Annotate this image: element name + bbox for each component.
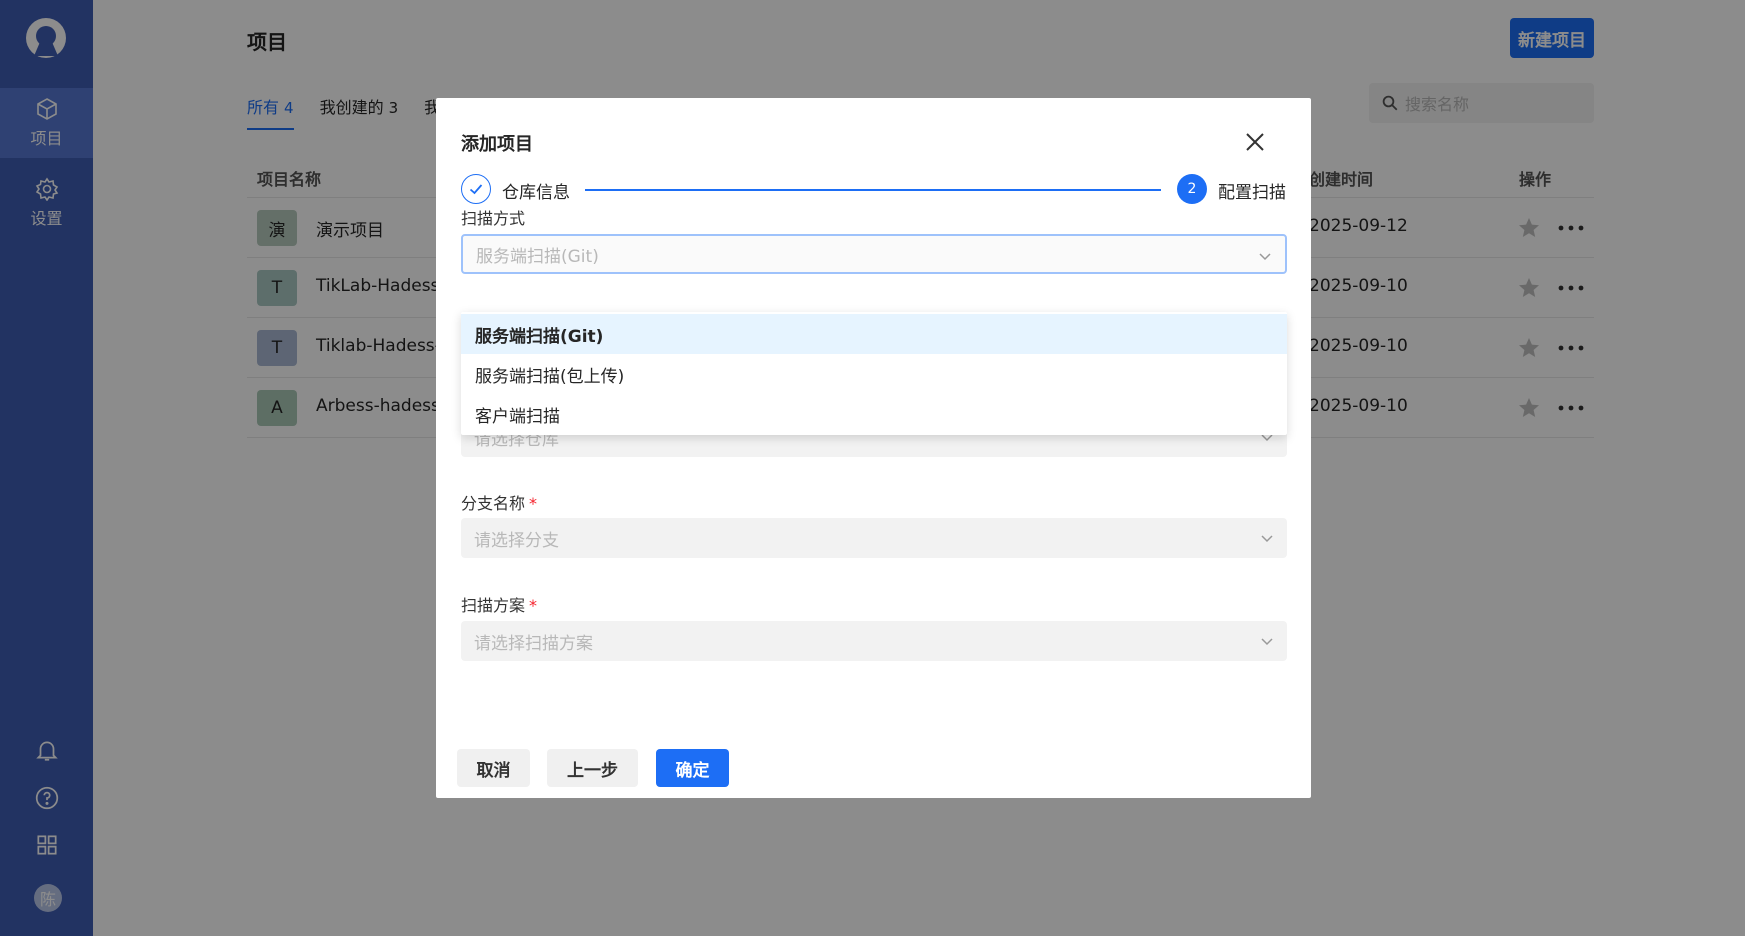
chevron-down-icon	[1261, 535, 1273, 543]
scan-mode-option[interactable]: 服务端扫描(包上传)	[461, 354, 1287, 394]
scheme-select[interactable]: 请选择扫描方案	[461, 621, 1287, 661]
scan-mode-label: 扫描方式	[461, 209, 526, 228]
confirm-button[interactable]: 确定	[656, 749, 729, 787]
step-connector	[585, 189, 1161, 191]
scan-mode-option[interactable]: 客户端扫描	[461, 394, 1287, 434]
step-1-label: 仓库信息	[502, 183, 570, 203]
step-2-label: 配置扫描	[1218, 183, 1286, 203]
close-icon[interactable]	[1244, 131, 1266, 153]
check-icon	[469, 184, 483, 195]
previous-step-button[interactable]: 上一步	[547, 749, 638, 787]
scan-mode-select[interactable]: 服务端扫描(Git)	[461, 234, 1287, 274]
modal-title: 添加项目	[461, 134, 533, 155]
chevron-down-icon	[1259, 253, 1271, 261]
required-mark: *	[529, 494, 538, 513]
branch-label-text: 分支名称	[461, 494, 526, 513]
scan-mode-dropdown: 服务端扫描(Git) 服务端扫描(包上传) 客户端扫描	[461, 312, 1287, 435]
scheme-label: 扫描方案 *	[461, 592, 537, 616]
required-mark: *	[529, 596, 538, 615]
chevron-down-icon	[1261, 638, 1273, 646]
scan-mode-option[interactable]: 服务端扫描(Git)	[461, 314, 1287, 354]
add-project-modal: 添加项目 仓库信息 2 配置扫描 扫描方式 服务端扫描(Git) 仓库* 请选择…	[436, 98, 1311, 798]
branch-select[interactable]: 请选择分支	[461, 518, 1287, 558]
scheme-placeholder: 请选择扫描方案	[474, 633, 593, 654]
scheme-label-text: 扫描方案	[461, 596, 526, 615]
step-done-indicator	[461, 174, 491, 204]
branch-label: 分支名称 *	[461, 490, 537, 514]
cancel-button[interactable]: 取消	[457, 749, 530, 787]
step-2-indicator: 2	[1177, 174, 1207, 204]
branch-placeholder: 请选择分支	[474, 530, 559, 551]
stepper: 仓库信息 2 配置扫描	[461, 174, 1287, 206]
scan-mode-value: 服务端扫描(Git)	[476, 246, 599, 267]
